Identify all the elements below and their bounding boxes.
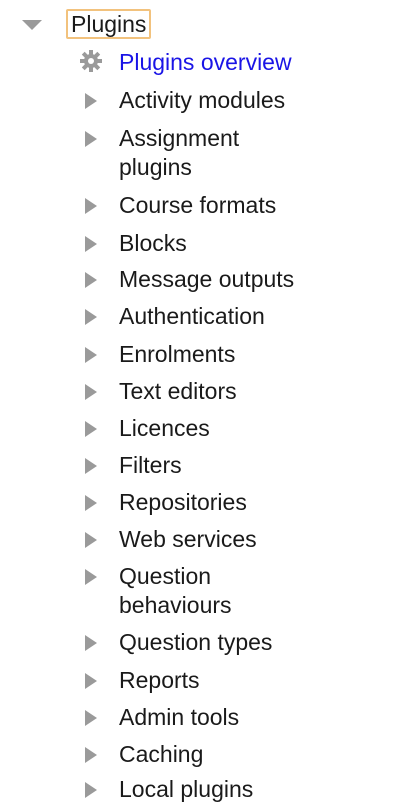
tree-node-label[interactable]: Question types <box>119 628 272 657</box>
tree-node-licences[interactable]: Licences <box>77 414 397 443</box>
tree-node-label[interactable]: Admin tools <box>119 703 239 732</box>
tree-node-label[interactable]: Web services <box>119 525 257 554</box>
tree-node-label[interactable]: Enrolments <box>119 340 235 369</box>
tree-node-label[interactable]: Reports <box>119 666 200 695</box>
tree-node-web-services[interactable]: Web services <box>77 525 397 554</box>
caret-right-icon[interactable] <box>85 782 97 798</box>
tree-node-question-types[interactable]: Question types <box>77 628 397 657</box>
tree-node-reports[interactable]: Reports <box>77 666 397 695</box>
plugins-node-label[interactable]: Plugins <box>66 9 152 39</box>
tree-node-label[interactable]: Question behaviours <box>119 562 279 620</box>
caret-right-icon[interactable] <box>85 421 97 437</box>
tree-node-authentication[interactable]: Authentication <box>77 302 397 331</box>
tree-node-caching[interactable]: Caching <box>77 740 397 769</box>
tree-node-blocks[interactable]: Blocks <box>77 229 397 258</box>
tree-node-filters[interactable]: Filters <box>77 451 397 480</box>
tree-node-label[interactable]: Repositories <box>119 488 247 517</box>
caret-right-icon[interactable] <box>85 198 97 214</box>
caret-right-icon[interactable] <box>85 309 97 325</box>
caret-down-icon[interactable] <box>22 20 42 30</box>
tree-node-enrolments[interactable]: Enrolments <box>77 340 397 369</box>
caret-right-icon[interactable] <box>85 673 97 689</box>
caret-right-icon[interactable] <box>85 384 97 400</box>
caret-right-icon[interactable] <box>85 458 97 474</box>
caret-right-icon[interactable] <box>85 635 97 651</box>
tree-node-label[interactable]: Blocks <box>119 229 187 258</box>
tree-node-label[interactable]: Activity modules <box>119 86 285 115</box>
tree-node-admin-tools[interactable]: Admin tools <box>77 703 397 732</box>
tree-node-course-formats[interactable]: Course formats <box>77 191 397 220</box>
tree-node-label[interactable]: Licences <box>119 414 210 443</box>
tree-node-repositories[interactable]: Repositories <box>77 488 397 517</box>
tree-node-text-editors[interactable]: Text editors <box>77 377 397 406</box>
tree-node-activity-modules[interactable]: Activity modules <box>77 86 397 115</box>
tree-node-question-behaviours[interactable]: Question behaviours <box>77 562 397 620</box>
caret-right-icon[interactable] <box>85 569 97 585</box>
tree-node-label[interactable]: Text editors <box>119 377 237 406</box>
admin-navigation-tree: Plugins Plugins overview Activity module… <box>0 0 406 805</box>
tree-node-label[interactable]: Assignment plugins <box>119 124 279 182</box>
tree-node-label[interactable]: Message outputs <box>119 265 294 294</box>
tree-node-message-outputs[interactable]: Message outputs <box>77 265 397 294</box>
plugins-overview-link[interactable]: Plugins overview <box>77 48 397 77</box>
tree-node-label[interactable]: Caching <box>119 740 203 769</box>
plugins-overview-label[interactable]: Plugins overview <box>119 48 292 77</box>
tree-node-label[interactable]: Course formats <box>119 191 276 220</box>
tree-node-local-plugins[interactable]: Local plugins <box>77 775 397 804</box>
tree-node-label[interactable]: Filters <box>119 451 182 480</box>
gear-icon <box>80 50 102 72</box>
tree-node-label[interactable]: Authentication <box>119 302 265 331</box>
tree-node-plugins[interactable]: Plugins <box>20 8 152 40</box>
caret-right-icon[interactable] <box>85 347 97 363</box>
caret-right-icon[interactable] <box>85 532 97 548</box>
caret-right-icon[interactable] <box>85 495 97 511</box>
caret-right-icon[interactable] <box>85 131 97 147</box>
tree-node-label[interactable]: Local plugins <box>119 775 253 804</box>
caret-right-icon[interactable] <box>85 236 97 252</box>
tree-node-assignment-plugins[interactable]: Assignment plugins <box>77 124 397 182</box>
caret-right-icon[interactable] <box>85 710 97 726</box>
caret-right-icon[interactable] <box>85 93 97 109</box>
caret-right-icon[interactable] <box>85 272 97 288</box>
caret-right-icon[interactable] <box>85 747 97 763</box>
